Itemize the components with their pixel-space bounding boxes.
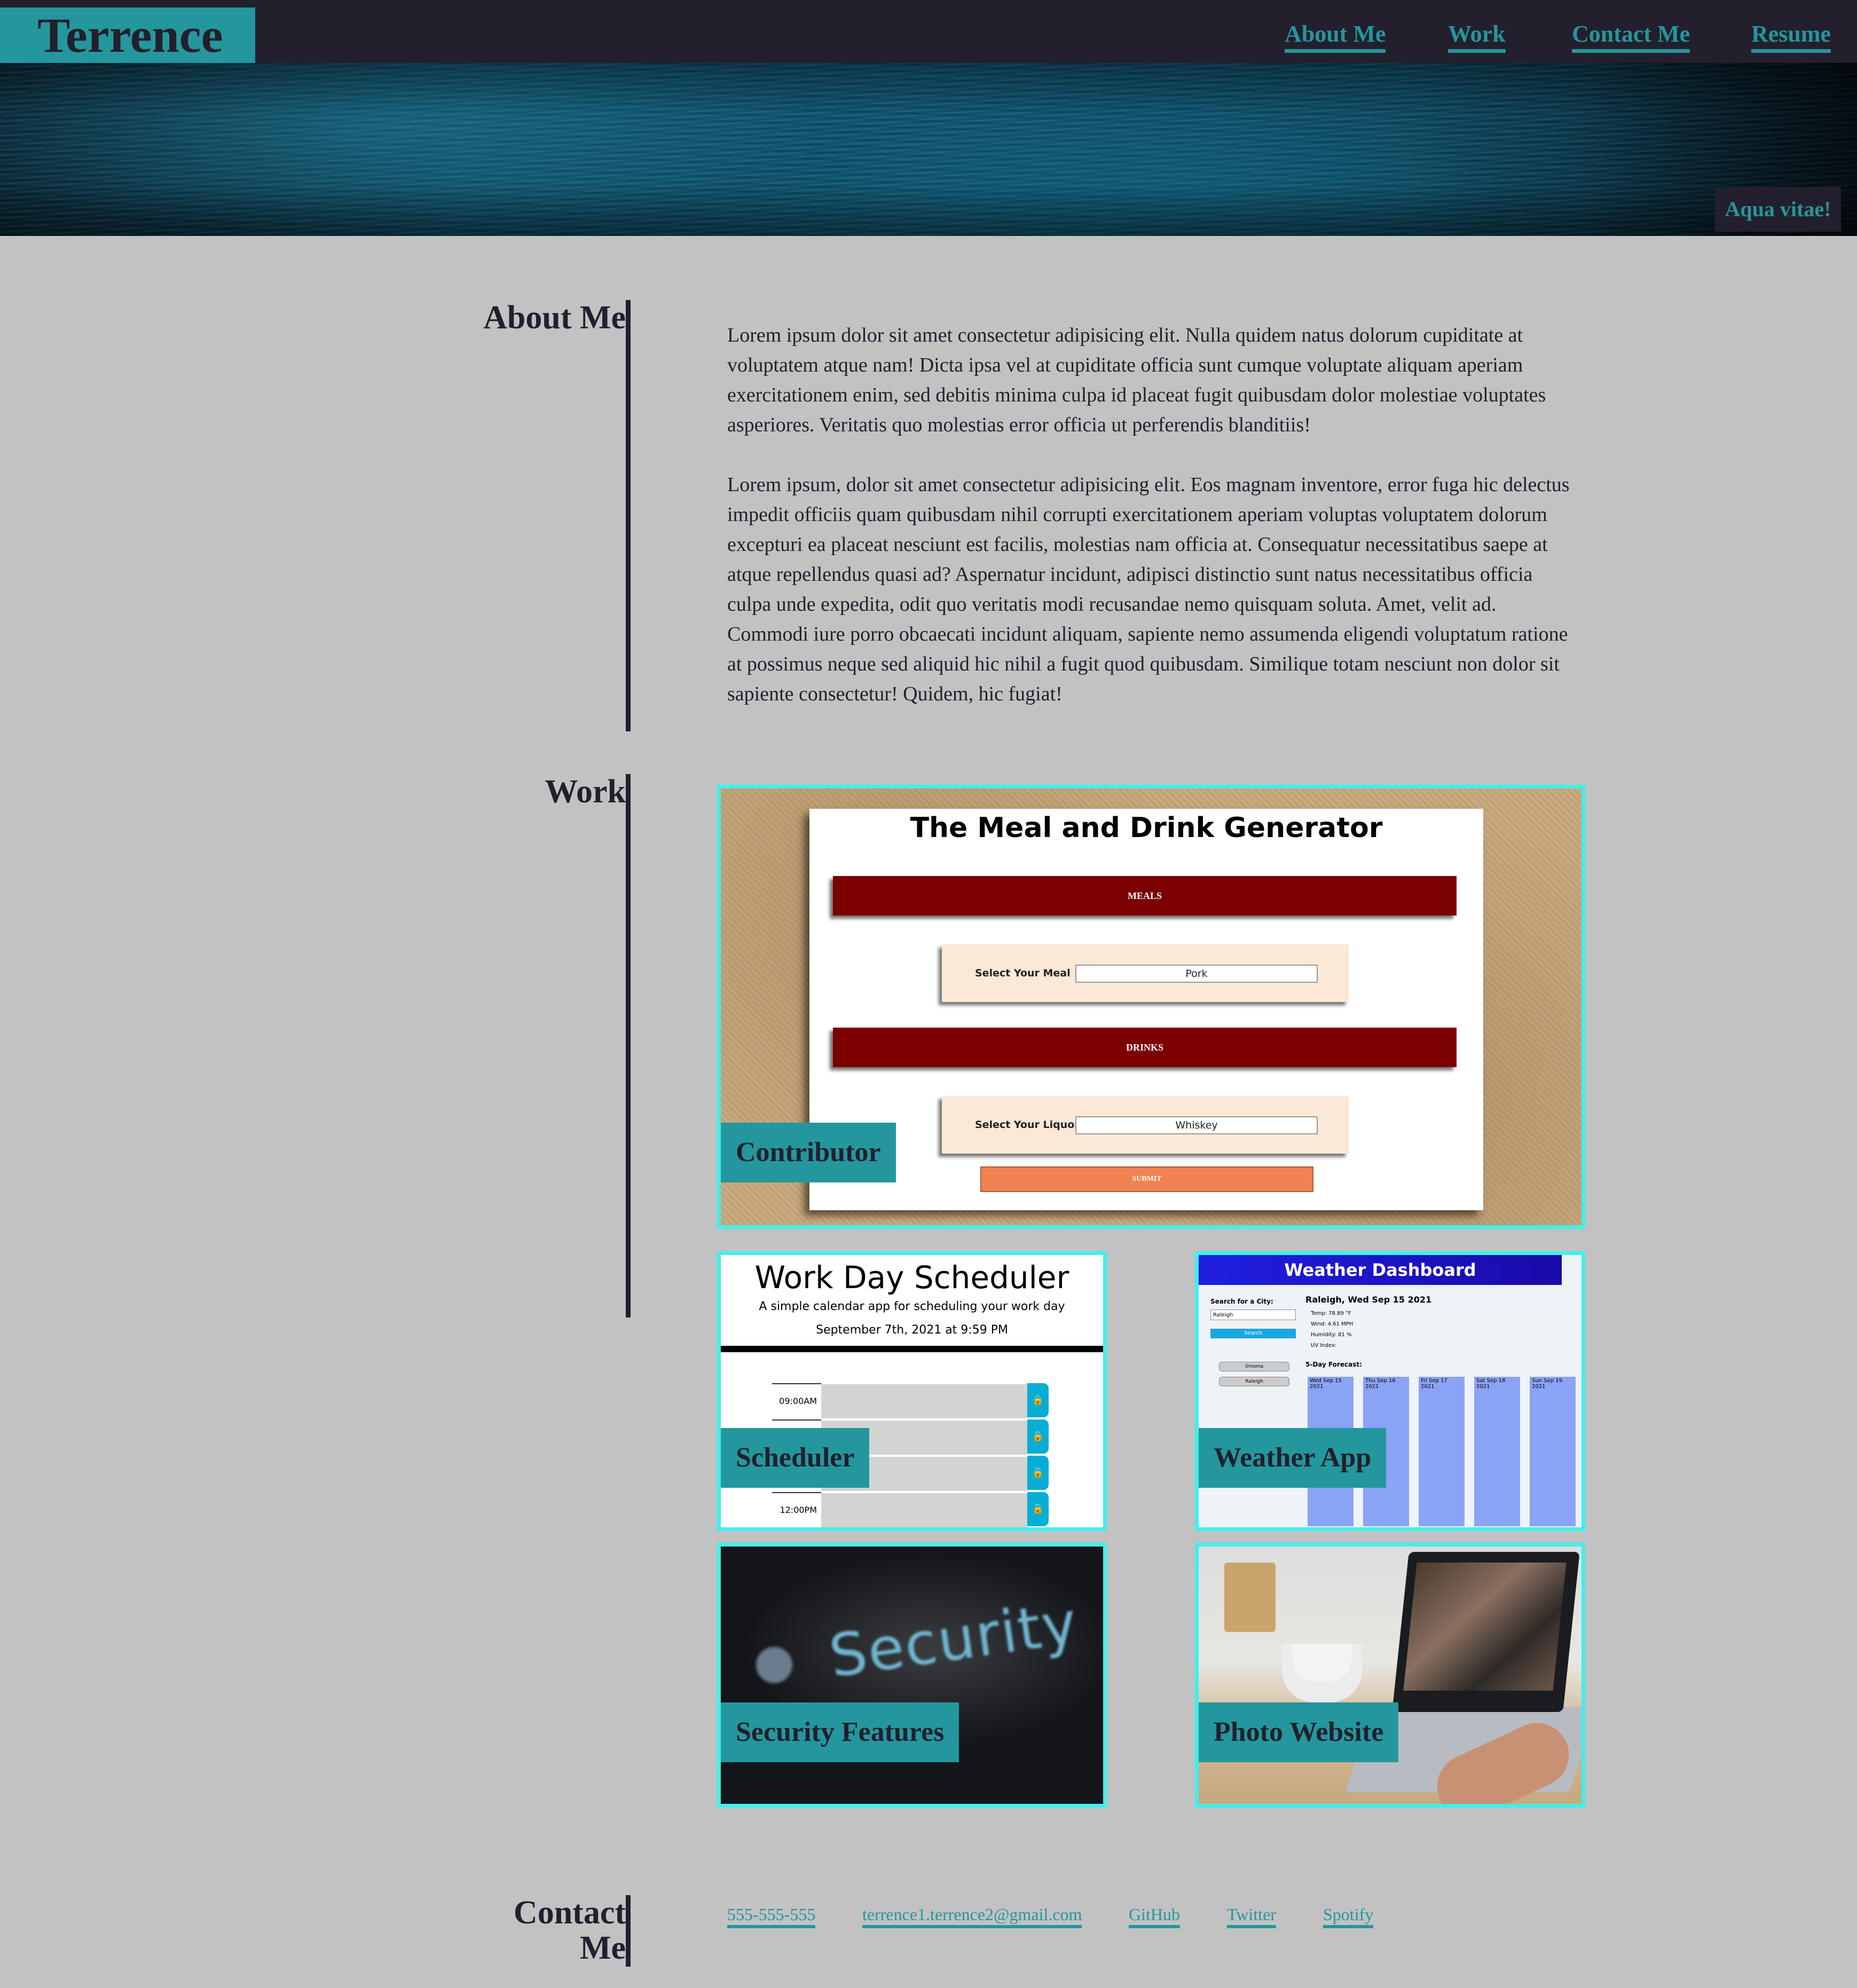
work-divider <box>626 774 631 1318</box>
scheduler-row: 12:00PM 🔒 <box>772 1492 1071 1527</box>
brand-name[interactable]: Terrence <box>37 7 223 63</box>
project-label-weather[interactable]: Weather App <box>1199 1428 1387 1488</box>
work-heading: Work <box>545 774 626 810</box>
about-body: Lorem ipsum dolor sit amet consectetur a… <box>727 320 1581 739</box>
about-heading: About Me <box>483 299 626 336</box>
liquor-select: Whiskey <box>1075 1116 1318 1134</box>
project-screenshot-security: Security <box>721 1547 1103 1804</box>
pen-holder-image <box>1224 1563 1276 1632</box>
contact-phone-link[interactable]: 555-555-555 <box>727 1904 816 1928</box>
lock-icon: 🔒 <box>1027 1456 1049 1490</box>
meals-bar: MEALS <box>833 876 1457 916</box>
brand-block[interactable]: Terrence <box>0 7 255 63</box>
project-card-scheduler[interactable]: Work Day Scheduler A simple calendar app… <box>717 1251 1107 1531</box>
lock-icon: 🔒 <box>1027 1492 1049 1526</box>
meal-submit-bar: SUBMIT <box>980 1166 1313 1192</box>
weather-search-label: Search for a City: <box>1210 1298 1273 1305</box>
nav-contact-me[interactable]: Contact Me <box>1572 19 1690 53</box>
lock-icon: 🔒 <box>1027 1419 1049 1454</box>
weather-search-button: Search <box>1210 1329 1296 1338</box>
security-logo-icon <box>756 1647 792 1683</box>
about-paragraph-2: Lorem ipsum, dolor sit amet consectetur … <box>727 474 1570 705</box>
hero-banner <box>0 63 1857 236</box>
scheduler-rule <box>721 1346 1103 1352</box>
lock-icon: 🔒 <box>1027 1383 1049 1417</box>
contact-spotify-link[interactable]: Spotify <box>1323 1904 1374 1928</box>
scheduler-title: Work Day Scheduler <box>754 1259 1069 1296</box>
project-card-contributor[interactable]: The Meal and Drink Generator MEALS Selec… <box>717 785 1585 1229</box>
weather-current-humidity: Humidity: 81 % <box>1311 1332 1352 1338</box>
scheduler-date: September 7th, 2021 at 9:59 PM <box>816 1323 1008 1337</box>
weather-history-item: Smoma <box>1219 1362 1289 1371</box>
nav-resume[interactable]: Resume <box>1751 19 1831 53</box>
hero-tagline: Aqua vitae! <box>1715 187 1841 232</box>
weather-search-input: Raleigh <box>1210 1309 1296 1320</box>
scheduler-event <box>821 1383 1027 1418</box>
meal-select-label: Select Your Meal <box>975 967 1071 979</box>
weather-forecast-label: 5-Day Forecast: <box>1305 1361 1362 1368</box>
contact-divider <box>626 1895 631 1967</box>
meal-app-title: The Meal and Drink Generator <box>910 812 1383 844</box>
nav-about-me[interactable]: About Me <box>1285 19 1386 53</box>
project-label-security[interactable]: Security Features <box>721 1702 959 1762</box>
project-label-photo[interactable]: Photo Website <box>1199 1702 1399 1762</box>
about-divider <box>626 300 631 731</box>
about-paragraph-1: Lorem ipsum dolor sit amet consectetur a… <box>727 324 1546 436</box>
scheduler-hour: 09:00AM <box>772 1383 821 1417</box>
weather-title: Weather Dashboard <box>1199 1255 1562 1285</box>
contact-heading-line-1: Contact <box>513 1895 626 1931</box>
forecast-day: Fri Sep 17 2021 <box>1419 1377 1465 1526</box>
contact-twitter-link[interactable]: Twitter <box>1227 1904 1276 1928</box>
nav-work[interactable]: Work <box>1448 19 1506 53</box>
forecast-day: Sat Sep 18 2021 <box>1474 1377 1520 1526</box>
contact-github-link[interactable]: GitHub <box>1129 1904 1180 1928</box>
weather-current-temp: Temp: 78.89 °F <box>1311 1311 1351 1316</box>
scheduler-hour: 12:00PM <box>772 1492 821 1526</box>
contact-email-link[interactable]: terrence1.terrence2@gmail.com <box>862 1904 1082 1928</box>
scheduler-row: 09:00AM 🔒 <box>772 1383 1071 1418</box>
contact-heading-line-2: Me <box>579 1930 626 1966</box>
meal-app-panel: The Meal and Drink Generator MEALS Selec… <box>809 809 1483 1210</box>
project-card-security[interactable]: Security Security Features <box>717 1543 1107 1808</box>
project-card-photo[interactable]: Photo Website <box>1195 1543 1585 1808</box>
top-navbar: Terrence About Me Work Contact Me Resume <box>0 0 1857 63</box>
security-word: Security <box>825 1588 1082 1691</box>
project-label-contributor[interactable]: Contributor <box>721 1123 896 1182</box>
project-screenshot-photo <box>1199 1547 1581 1804</box>
project-label-scheduler[interactable]: Scheduler <box>721 1428 870 1488</box>
drinks-bar: DRINKS <box>833 1028 1457 1067</box>
forecast-day: Sun Sep 19 2021 <box>1530 1377 1576 1526</box>
scheduler-subtitle: A simple calendar app for scheduling you… <box>759 1300 1065 1313</box>
project-card-weather[interactable]: Weather Dashboard Search for a City: Ral… <box>1195 1251 1585 1531</box>
weather-history-item: Raleigh <box>1219 1377 1289 1386</box>
contact-heading: Contact Me <box>481 1895 626 1966</box>
coffee-cup-image <box>1293 1644 1351 1681</box>
weather-current-wind: Wind: 4.61 MPH <box>1311 1321 1354 1327</box>
weather-current-city: Raleigh, Wed Sep 15 2021 <box>1305 1295 1432 1305</box>
liquor-select-label: Select Your Liquor <box>975 1119 1080 1131</box>
weather-current-uv: UV Index: <box>1311 1343 1337 1348</box>
meal-select: Pork <box>1075 965 1318 983</box>
laptop-screen-image <box>1403 1563 1567 1691</box>
scheduler-event <box>821 1492 1027 1527</box>
liquor-select-box: Select Your Liquor Whiskey <box>942 1096 1349 1154</box>
meal-select-box: Select Your Meal Pork <box>942 944 1349 1002</box>
